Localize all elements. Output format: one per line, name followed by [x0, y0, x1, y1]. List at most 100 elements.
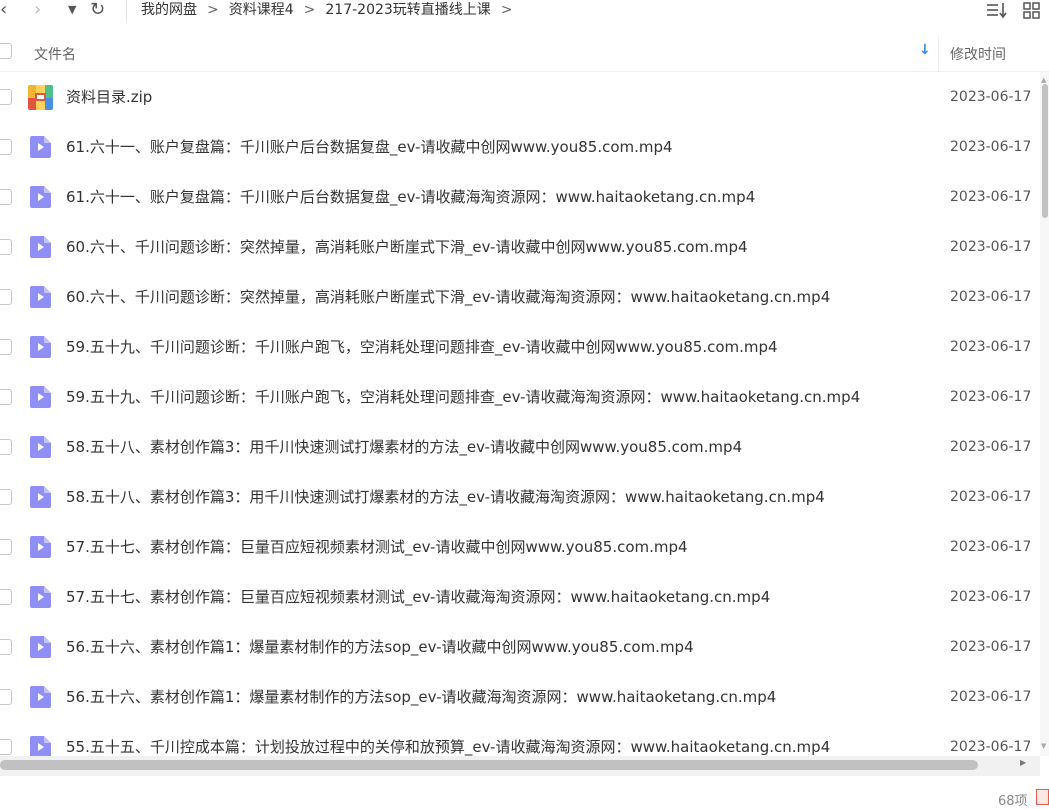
row-checkbox[interactable]: [0, 289, 12, 305]
breadcrumb: 我的网盘 > 资料课程4 >217-2023玩转直播线上课 >: [141, 0, 523, 20]
video-file-icon: [30, 486, 51, 508]
file-modified-date: 2023-06-17: [950, 539, 1032, 555]
file-modified-date: 2023-06-17: [950, 689, 1032, 705]
file-name[interactable]: 60.六十、千川问题诊断：突然掉量，高消耗账户断崖式下滑_ev-请收藏海淘资源网…: [66, 287, 830, 307]
forward-icon[interactable]: ›: [34, 0, 48, 20]
file-name[interactable]: 资料目录.zip: [66, 87, 152, 107]
row-checkbox[interactable]: [0, 339, 12, 355]
breadcrumb-separator: >: [207, 2, 219, 18]
sort-list-icon[interactable]: [986, 0, 1008, 20]
status-bar: [0, 776, 1049, 808]
file-name[interactable]: 61.六十一、账户复盘篇：千川账户后台数据复盘_ev-请收藏中创网www.you…: [66, 137, 673, 157]
breadcrumb-separator: >: [303, 2, 316, 18]
breadcrumb-separator: >: [500, 2, 513, 18]
vertical-scroll-thumb[interactable]: [1042, 84, 1048, 218]
file-name[interactable]: 58.五十八、素材创作篇3：用千川快速测试打爆素材的方法_ev-请收藏海淘资源网…: [66, 487, 825, 507]
row-checkbox[interactable]: [0, 489, 12, 505]
column-header-name[interactable]: 文件名: [34, 44, 76, 64]
file-row[interactable]: 58.五十八、素材创作篇3：用千川快速测试打爆素材的方法_ev-请收藏中创网ww…: [0, 422, 1040, 472]
file-name[interactable]: 56.五十六、素材创作篇1：爆量素材制作的方法sop_ev-请收藏中创网www.…: [66, 637, 694, 657]
zip-file-icon: [28, 85, 53, 110]
file-name[interactable]: 60.六十、千川问题诊断：突然掉量，高消耗账户断崖式下滑_ev-请收藏中创网ww…: [66, 237, 748, 257]
file-name[interactable]: 57.五十七、素材创作篇：巨量百应短视频素材测试_ev-请收藏海淘资源网：www…: [66, 587, 770, 607]
breadcrumb-item-root[interactable]: 我的网盘: [141, 2, 197, 18]
file-modified-date: 2023-06-17: [950, 489, 1032, 505]
video-file-icon: [30, 336, 51, 358]
video-file-icon: [30, 686, 51, 708]
file-row[interactable]: 55.五十五、千川控成本篇：计划投放过程中的关停和放预算_ev-请收藏海淘资源网…: [0, 722, 1040, 756]
row-checkbox[interactable]: [0, 389, 12, 405]
file-list: 资料目录.zip 2023-06-17 61.六十一、账户复盘篇：千川账户后台数据复…: [0, 72, 1040, 756]
file-name[interactable]: 59.五十九、千川问题诊断：千川账户跑飞，空消耗处理问题排查_ev-请收藏海淘资…: [66, 387, 860, 407]
file-modified-date: 2023-06-17: [950, 189, 1032, 205]
video-file-icon: [30, 436, 51, 458]
file-row[interactable]: 56.五十六、素材创作篇1：爆量素材制作的方法sop_ev-请收藏中创网www.…: [0, 622, 1040, 672]
row-checkbox[interactable]: [0, 239, 12, 255]
history-dropdown-icon[interactable]: ▼: [68, 0, 82, 20]
grid-view-icon[interactable]: [1023, 2, 1040, 19]
refresh-icon[interactable]: ↻: [90, 0, 108, 20]
scroll-right-icon[interactable]: ▶: [1020, 758, 1026, 767]
file-row[interactable]: 61.六十一、账户复盘篇：千川账户后台数据复盘_ev-请收藏海淘资源网：www.…: [0, 172, 1040, 222]
video-file-icon: [30, 286, 51, 308]
scroll-up-icon[interactable]: ▲: [1041, 76, 1046, 84]
file-name[interactable]: 57.五十七、素材创作篇：巨量百应短视频素材测试_ev-请收藏中创网www.yo…: [66, 537, 688, 557]
video-file-icon: [30, 136, 51, 158]
file-modified-date: 2023-06-17: [950, 339, 1032, 355]
toolbar: ‹ › ▼ ↻ 我的网盘 > 资料课程4 >217-2023玩转直播线上课 >: [0, 0, 1049, 34]
sort-arrow-icon[interactable]: ↓: [919, 42, 931, 58]
horizontal-scroll-thumb[interactable]: [0, 760, 978, 770]
file-modified-date: 2023-06-17: [950, 289, 1032, 305]
file-name[interactable]: 56.五十六、素材创作篇1：爆量素材制作的方法sop_ev-请收藏海淘资源网：w…: [66, 687, 776, 707]
row-checkbox[interactable]: [0, 89, 12, 105]
video-file-icon: [30, 736, 51, 756]
video-file-icon: [30, 536, 51, 558]
row-checkbox[interactable]: [0, 189, 12, 205]
file-row[interactable]: 57.五十七、素材创作篇：巨量百应短视频素材测试_ev-请收藏中创网www.yo…: [0, 522, 1040, 572]
file-modified-date: 2023-06-17: [950, 139, 1032, 155]
file-name[interactable]: 61.六十一、账户复盘篇：千川账户后台数据复盘_ev-请收藏海淘资源网：www.…: [66, 187, 755, 207]
file-row[interactable]: 56.五十六、素材创作篇1：爆量素材制作的方法sop_ev-请收藏海淘资源网：w…: [0, 672, 1040, 722]
video-file-icon: [30, 186, 51, 208]
breadcrumb-item-current[interactable]: 217-2023玩转直播线上课: [325, 2, 490, 18]
file-name[interactable]: 59.五十九、千川问题诊断：千川账户跑飞，空消耗处理问题排查_ev-请收藏中创网…: [66, 337, 778, 357]
toolbar-divider: [126, 0, 127, 22]
video-file-icon: [30, 586, 51, 608]
video-file-icon: [30, 386, 51, 408]
select-all-checkbox[interactable]: [0, 43, 12, 59]
file-modified-date: 2023-06-17: [950, 639, 1032, 655]
file-modified-date: 2023-06-17: [950, 239, 1032, 255]
file-row[interactable]: 58.五十八、素材创作篇3：用千川快速测试打爆素材的方法_ev-请收藏海淘资源网…: [0, 472, 1040, 522]
file-modified-date: 2023-06-17: [950, 439, 1032, 455]
file-row[interactable]: 59.五十九、千川问题诊断：千川账户跑飞，空消耗处理问题排查_ev-请收藏海淘资…: [0, 372, 1040, 422]
row-checkbox[interactable]: [0, 639, 12, 655]
video-file-icon: [30, 636, 51, 658]
file-name[interactable]: 55.五十五、千川控成本篇：计划投放过程中的关停和放预算_ev-请收藏海淘资源网…: [66, 737, 830, 756]
file-row[interactable]: 60.六十、千川问题诊断：突然掉量，高消耗账户断崖式下滑_ev-请收藏中创网ww…: [0, 222, 1040, 272]
file-modified-date: 2023-06-17: [950, 389, 1032, 405]
file-row[interactable]: 60.六十、千川问题诊断：突然掉量，高消耗账户断崖式下滑_ev-请收藏海淘资源网…: [0, 272, 1040, 322]
file-row[interactable]: 61.六十一、账户复盘篇：千川账户后台数据复盘_ev-请收藏中创网www.you…: [0, 122, 1040, 172]
row-checkbox[interactable]: [0, 739, 12, 755]
scroll-down-icon[interactable]: ▼: [1041, 742, 1046, 750]
row-checkbox[interactable]: [0, 689, 12, 705]
file-row[interactable]: 57.五十七、素材创作篇：巨量百应短视频素材测试_ev-请收藏海淘资源网：www…: [0, 572, 1040, 622]
video-file-icon: [30, 236, 51, 258]
column-header-modified[interactable]: 修改时间: [950, 44, 1006, 64]
column-divider[interactable]: [938, 35, 939, 71]
row-checkbox[interactable]: [0, 539, 12, 555]
back-icon[interactable]: ‹: [0, 0, 14, 20]
file-modified-date: 2023-06-17: [950, 739, 1032, 755]
file-row[interactable]: 资料目录.zip 2023-06-17: [0, 72, 1040, 122]
file-modified-date: 2023-06-17: [950, 589, 1032, 605]
file-name[interactable]: 58.五十八、素材创作篇3：用千川快速测试打爆素材的方法_ev-请收藏中创网ww…: [66, 437, 742, 457]
file-list-header: 文件名 ↓ 修改时间: [0, 35, 1049, 72]
breadcrumb-item-course[interactable]: 资料课程4: [229, 2, 294, 18]
item-count: 68项: [998, 794, 1028, 809]
file-row[interactable]: 59.五十九、千川问题诊断：千川账户跑飞，空消耗处理问题排查_ev-请收藏中创网…: [0, 322, 1040, 372]
row-checkbox[interactable]: [0, 439, 12, 455]
row-checkbox[interactable]: [0, 589, 12, 605]
file-modified-date: 2023-06-17: [950, 89, 1032, 105]
row-checkbox[interactable]: [0, 139, 12, 155]
document-icon[interactable]: [1036, 789, 1049, 805]
